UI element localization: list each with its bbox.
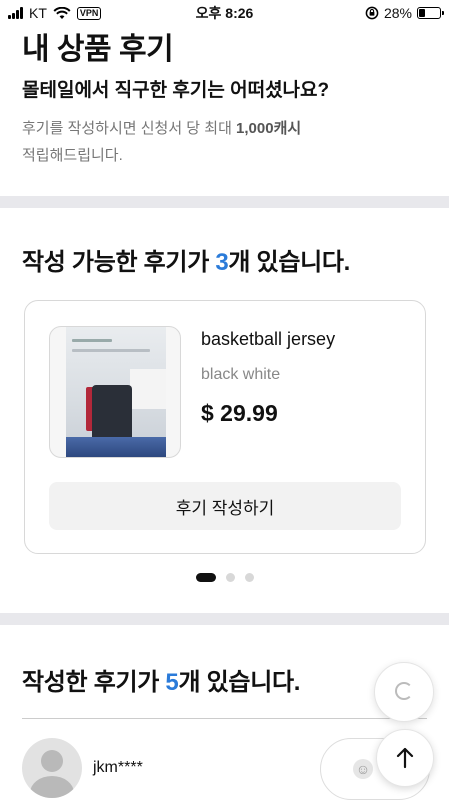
arrow-up-icon	[396, 747, 414, 769]
section-divider	[0, 613, 449, 625]
desc-suffix: 적립해드립니다.	[22, 147, 123, 164]
swirl-logo-icon	[395, 682, 413, 700]
page-subtitle: 몰테일에서 직구한 후기는 어떠셨나요?	[22, 80, 330, 101]
review-username: jkm****	[93, 759, 143, 776]
carrier-label: KT	[29, 5, 47, 21]
desc-cash-amount: 1,000캐시	[236, 120, 302, 137]
product-variant: black white	[201, 366, 281, 383]
list-divider	[22, 718, 427, 719]
smile-icon: ☺	[353, 759, 373, 779]
battery-icon	[417, 7, 444, 19]
product-photo	[66, 327, 166, 457]
carousel-pagination[interactable]	[0, 573, 449, 582]
product-thumbnail[interactable]	[49, 326, 181, 458]
desc-prefix: 후기를 작성하시면 신청서 당 최대	[22, 120, 237, 137]
section-divider	[0, 196, 449, 208]
product-price: $ 29.99	[201, 400, 278, 426]
avatar	[22, 738, 82, 798]
floating-chat-button[interactable]	[374, 662, 434, 722]
battery-percent: 28%	[383, 5, 412, 21]
written-count: 5	[165, 669, 179, 696]
status-bar: KT VPN 오후 8:26 28%	[0, 0, 449, 26]
available-title-prefix: 작성 가능한 후기가	[22, 249, 216, 276]
written-title-prefix: 작성한 후기가	[22, 669, 166, 696]
write-review-button[interactable]: 후기 작성하기	[49, 482, 401, 530]
orientation-lock-icon	[365, 6, 379, 20]
written-reviews-title: 작성한 후기가 5개 있습니다.	[22, 662, 300, 697]
scroll-to-top-button[interactable]	[376, 729, 434, 787]
available-reviews-title: 작성 가능한 후기가 3개 있습니다.	[22, 242, 350, 277]
signal-icon	[8, 7, 23, 19]
battery-fill	[419, 9, 425, 17]
carousel-dot[interactable]	[225, 573, 235, 582]
available-title-suffix: 개 있습니다.	[228, 249, 351, 276]
carousel-dot[interactable]	[244, 573, 254, 582]
vpn-badge: VPN	[76, 6, 102, 20]
status-right: 28%	[365, 5, 444, 21]
wifi-icon	[53, 6, 71, 19]
page-title: 내 상품 후기	[22, 33, 174, 66]
carousel-dot[interactable]	[195, 573, 216, 582]
product-review-card[interactable]: basketball jersey black white $ 29.99 후기…	[24, 300, 426, 554]
status-left: KT VPN	[8, 5, 102, 21]
written-title-suffix: 개 있습니다.	[178, 669, 301, 696]
available-count: 3	[215, 249, 229, 276]
reward-description: 후기를 작성하시면 신청서 당 최대 1,000캐시 적립해드립니다.	[22, 115, 382, 169]
product-name: basketball jersey	[201, 329, 336, 349]
